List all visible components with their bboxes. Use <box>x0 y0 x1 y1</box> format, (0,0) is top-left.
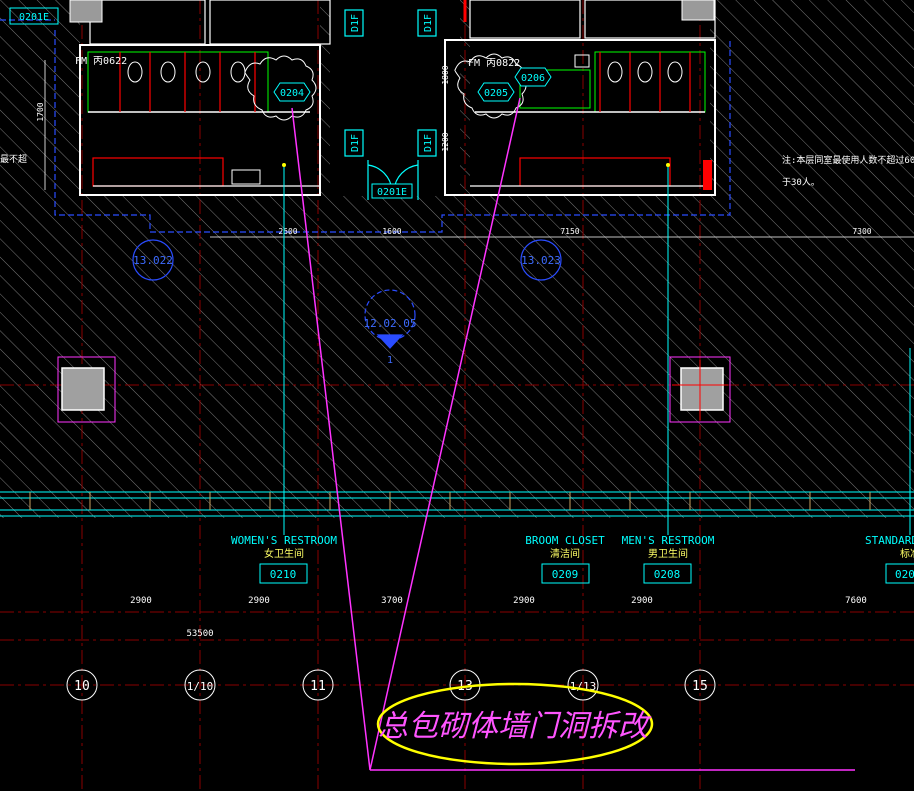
hex-tag-right: 0206 <box>514 67 552 87</box>
dim-top-c: 7150 <box>560 227 579 236</box>
dim-center-vertical-b: 1200 <box>441 132 450 151</box>
bottom-dim-1: 2900 <box>130 596 152 606</box>
room-standard-name-cn: 标准 <box>900 548 914 560</box>
room-men-restroom: MEN'S RESTROOM 男卫生间 0208 <box>622 534 715 584</box>
axis-10: 10 <box>74 679 90 694</box>
room-women-name-en: WOMEN'S RESTROOM <box>231 534 337 547</box>
ref-section-mark: 12.02.05 <box>364 317 417 330</box>
room-men-name-cn: 男卫生间 <box>648 547 688 560</box>
ref-right: 13.023 <box>521 254 561 267</box>
door-tag-bottom-center: 0201E <box>371 183 413 199</box>
dim-left-vertical: 1700 <box>36 102 45 121</box>
grid-axis-labels: 10 1/10 11 13 1/13 15 <box>74 679 708 694</box>
dim-top-d: 7300 <box>852 227 871 236</box>
hex-tag-middle-text: 0205 <box>484 88 508 99</box>
axis-11: 11 <box>310 679 326 694</box>
hex-tag-right-text: 0206 <box>521 73 545 84</box>
room-standard: STANDARD 标准 020 <box>865 534 914 584</box>
fm-label-right: FM 丙0822 <box>468 58 520 69</box>
room-women-name-cn: 女卫生间 <box>264 547 304 560</box>
ref-section-number: 1 <box>387 355 393 366</box>
hex-tag-middle: 0205 <box>477 82 515 102</box>
dim-top-b: 1600 <box>382 227 401 236</box>
fm-label-left: FM 丙0622 <box>75 56 127 67</box>
dim-top-a: 2600 <box>278 227 297 236</box>
door-tag-bottom-center-text: 0201E <box>377 187 407 198</box>
note-right-line1: 注:本层同室最使用人数不超过60人,且 <box>782 154 914 166</box>
room-men-number: 0208 <box>654 568 681 581</box>
annotation-text: 总包砌体墙门洞拆改 <box>378 709 652 744</box>
room-men-name-en: MEN'S RESTROOM <box>622 534 715 547</box>
bottom-dim-5: 2900 <box>631 596 653 606</box>
door-tag-left-stair-b: D1F <box>350 134 361 152</box>
room-standard-name-en: STANDARD <box>865 534 914 547</box>
note-left-fragment: 最不超 <box>0 153 27 165</box>
room-broom-name-en: BROOM CLOSET <box>525 534 605 547</box>
door-tag-right-stair-a: D1F <box>423 14 434 32</box>
bottom-dim-2: 2900 <box>248 596 270 606</box>
cad-drawing-canvas: 0201E D1F D1F D1F D1F 0201E FM 丙0622 FM … <box>0 0 914 791</box>
room-women-number: 0210 <box>270 568 297 581</box>
door-tag-left-stair-a: D1F <box>350 14 361 32</box>
hex-tag-left-text: 0204 <box>280 88 304 99</box>
door-tag-top-left-text: 0201E <box>19 12 49 23</box>
room-broom-number: 0209 <box>552 568 579 581</box>
note-right-line2: 于30人。 <box>782 177 820 188</box>
axis-15: 15 <box>692 679 708 694</box>
room-labels: WOMEN'S RESTROOM 女卫生间 0210 BROOM CLOSET … <box>231 534 914 584</box>
bottom-dimensions: 2900 2900 3700 2900 2900 7600 53500 <box>130 596 867 639</box>
dim-center-vertical-a: 1800 <box>441 65 450 84</box>
door-tag-right-stair-b: D1F <box>423 134 434 152</box>
room-broom-closet: BROOM CLOSET 清洁间 0209 <box>525 534 605 584</box>
room-standard-number: 020 <box>895 568 914 581</box>
hex-tag-left: 0204 <box>273 82 311 102</box>
room-broom-name-cn: 清洁间 <box>550 547 580 560</box>
bottom-dim-6: 7600 <box>845 596 867 606</box>
ref-left: 13.022 <box>133 254 173 267</box>
overall-dimension: 53500 <box>186 629 213 639</box>
bottom-dim-3: 3700 <box>381 596 403 606</box>
bottom-dim-4: 2900 <box>513 596 535 606</box>
room-women-restroom: WOMEN'S RESTROOM 女卫生间 0210 <box>231 534 337 584</box>
axis-1-10: 1/10 <box>187 680 214 693</box>
